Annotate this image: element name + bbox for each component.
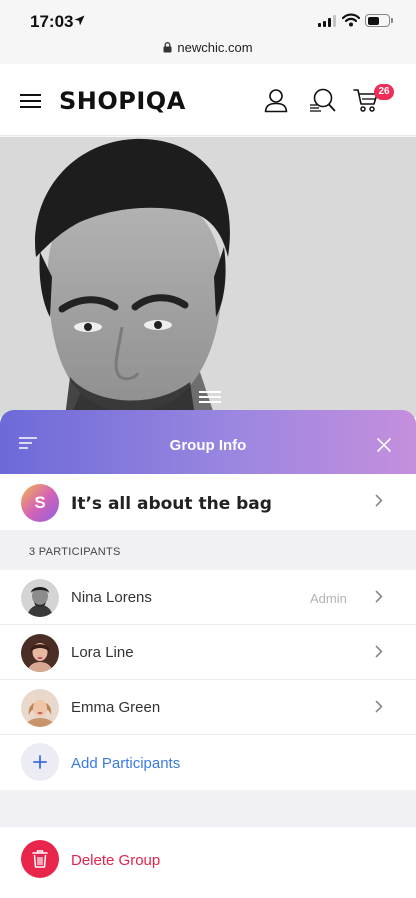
shop-logo[interactable]: SHOPIQA (59, 87, 186, 115)
delete-group-label: Delete Group (71, 852, 161, 869)
participant-name: Lora Line (71, 644, 134, 661)
group-avatar: S (21, 484, 59, 522)
avatar (21, 689, 59, 727)
avatar (21, 579, 59, 617)
wifi-icon (342, 13, 360, 27)
battery-tip (391, 18, 393, 23)
address-bar[interactable]: newchic.com (0, 40, 416, 55)
participants-section-header: 3 PARTICIPANTS (0, 530, 416, 570)
chevron-right-icon (375, 494, 383, 507)
avatar (21, 634, 59, 672)
group-name-row[interactable]: S It’s all about the bag (0, 474, 416, 530)
menu-icon[interactable] (20, 94, 41, 108)
participant-name: Nina Lorens (71, 589, 152, 606)
user-icon[interactable] (264, 88, 288, 113)
close-icon[interactable] (377, 438, 391, 452)
add-participants-label: Add Participants (71, 755, 181, 772)
lock-icon (163, 42, 172, 53)
participant-row[interactable]: Nina Lorens Admin (0, 570, 416, 625)
hero-image (0, 137, 416, 417)
status-bar: 17:03 newchic.com (0, 0, 416, 64)
cart-count-badge: 26 (374, 84, 394, 100)
battery-icon (365, 14, 390, 27)
section-divider (0, 790, 416, 827)
participant-row[interactable]: Emma Green (0, 680, 416, 735)
plus-icon (21, 743, 59, 781)
drag-handle[interactable] (199, 391, 221, 403)
participant-row[interactable]: Lora Line (0, 625, 416, 680)
url-text: newchic.com (177, 40, 253, 55)
search-icon[interactable] (309, 88, 336, 113)
chevron-right-icon (375, 645, 383, 658)
participant-name: Emma Green (71, 699, 161, 716)
trash-icon (21, 840, 59, 878)
chevron-right-icon (375, 700, 383, 713)
chevron-right-icon (375, 590, 383, 603)
status-time: 17:03 (30, 12, 74, 31)
sheet-title: Group Info (169, 437, 247, 454)
participants-count-label: 3 PARTICIPANTS (29, 546, 121, 558)
add-participants-button[interactable]: Add Participants (0, 735, 416, 790)
group-name: It’s all about the bag (71, 494, 272, 514)
delete-group-button[interactable]: Delete Group (0, 827, 416, 898)
hero-portrait (0, 137, 416, 417)
location-arrow-icon (74, 15, 85, 26)
group-info-sheet: Group Info S It’s all about the bag 3 PA… (0, 410, 416, 898)
sheet-header: Group Info (0, 410, 416, 474)
signal-icon (318, 15, 336, 27)
site-header: SHOPIQA (0, 64, 416, 136)
admin-badge: Admin (310, 591, 347, 606)
